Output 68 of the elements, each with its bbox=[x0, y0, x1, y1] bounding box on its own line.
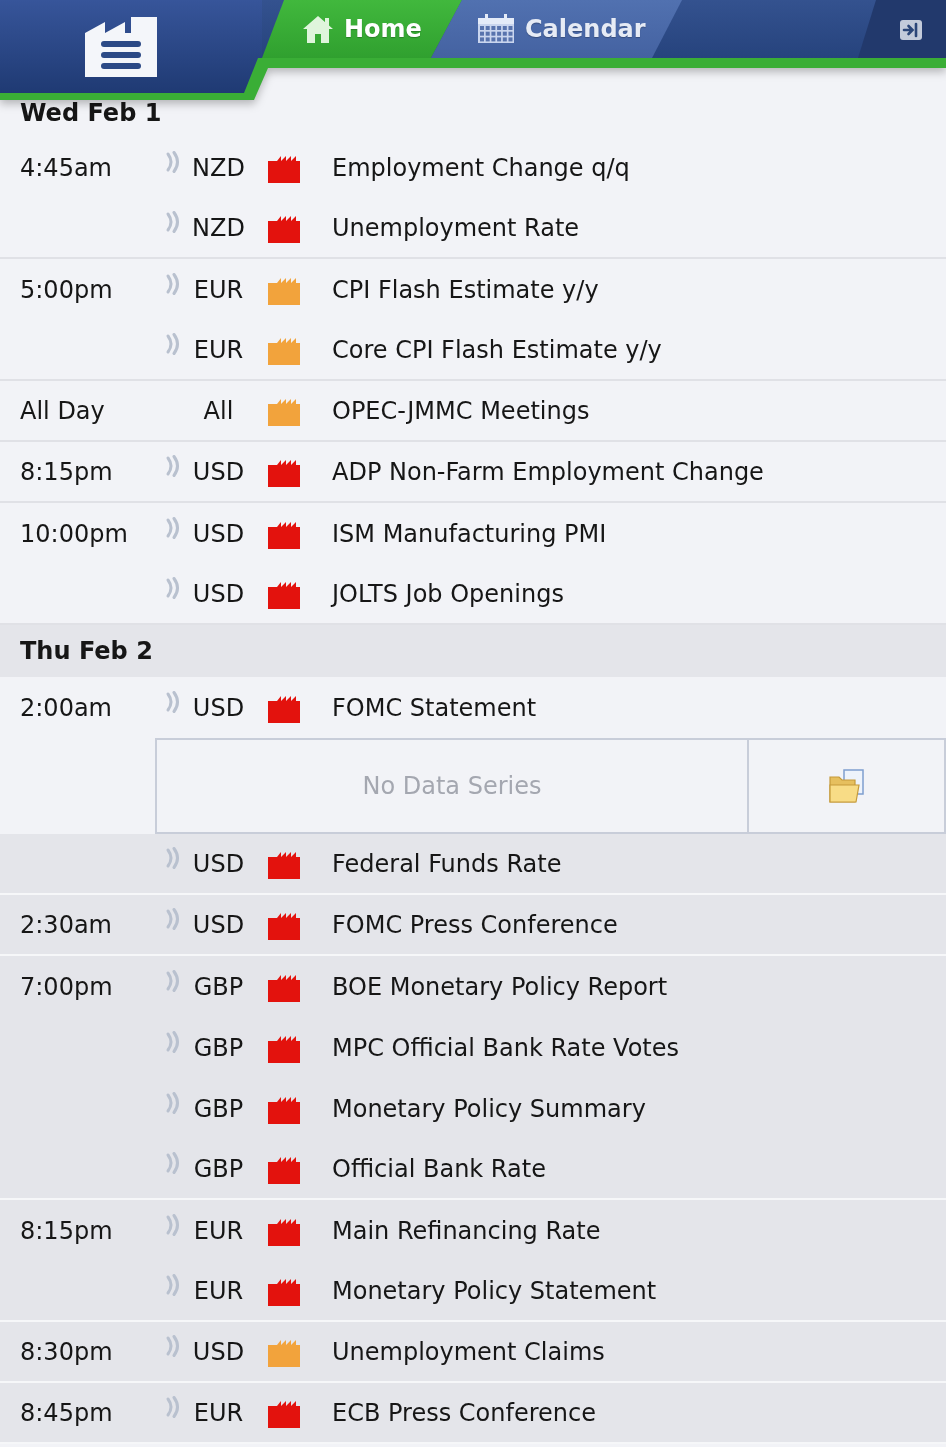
event-time: 8:30pm bbox=[20, 1337, 113, 1366]
event-title: Federal Funds Rate bbox=[332, 849, 562, 878]
event-title: ADP Non-Farm Employment Change bbox=[332, 457, 764, 486]
event-title: Main Refinancing Rate bbox=[332, 1216, 601, 1245]
currency-code: USD bbox=[191, 849, 246, 878]
currency-code: USD bbox=[191, 579, 246, 608]
event-title: Official Bank Rate bbox=[332, 1154, 546, 1183]
menu-icon bbox=[85, 17, 157, 77]
currency-code: All bbox=[202, 396, 235, 425]
event-time: 7:00pm bbox=[20, 972, 113, 1001]
event-row[interactable]: 7:00pm GBP BOE Monetary Policy Report bbox=[0, 956, 946, 1017]
currency-code: GBP bbox=[192, 972, 245, 1001]
logout-icon bbox=[900, 20, 922, 40]
house-icon bbox=[302, 14, 334, 44]
menu-button[interactable] bbox=[85, 17, 157, 77]
currency-code: GBP bbox=[192, 1094, 245, 1123]
event-row[interactable]: 8:15pm EUR Main Refinancing Rate bbox=[0, 1200, 946, 1261]
no-data-message: No Data Series bbox=[155, 738, 749, 834]
event-time: 4:45am bbox=[20, 153, 112, 182]
event-row[interactable]: GBP MPC Official Bank Rate Votes bbox=[0, 1017, 946, 1078]
event-title: Unemployment Rate bbox=[332, 213, 580, 242]
event-row[interactable]: EUR Monetary Policy Statement bbox=[0, 1261, 946, 1322]
event-time: 10:00pm bbox=[20, 519, 128, 548]
event-title: Unemployment Claims bbox=[332, 1337, 605, 1366]
event-title: CPI Flash Estimate y/y bbox=[332, 275, 599, 304]
event-title: BOE Monetary Policy Report bbox=[332, 972, 668, 1001]
event-title: MPC Official Bank Rate Votes bbox=[332, 1033, 679, 1062]
currency-code: EUR bbox=[192, 335, 245, 364]
event-time: 8:15pm bbox=[20, 457, 113, 486]
currency-code: NZD bbox=[191, 153, 246, 182]
currency-code: GBP bbox=[192, 1154, 245, 1183]
currency-code: GBP bbox=[192, 1033, 245, 1062]
event-time: All Day bbox=[20, 396, 105, 425]
event-time: 5:00pm bbox=[20, 275, 113, 304]
event-time: 2:30am bbox=[20, 910, 112, 939]
event-title: JOLTS Job Openings bbox=[332, 579, 564, 608]
event-time: 2:00am bbox=[20, 693, 112, 722]
event-title: FOMC Press Conference bbox=[332, 910, 618, 939]
event-time: 8:45pm bbox=[20, 1398, 113, 1427]
currency-code: USD bbox=[191, 693, 246, 722]
currency-code: USD bbox=[191, 910, 246, 939]
event-title: FOMC Statement bbox=[332, 693, 537, 722]
event-row[interactable]: GBP Monetary Policy Summary bbox=[0, 1078, 946, 1139]
currency-code: NZD bbox=[191, 213, 246, 242]
event-title: Employment Change q/q bbox=[332, 153, 630, 182]
day-heading: Thu Feb 2 bbox=[0, 625, 946, 677]
event-title: Monetary Policy Statement bbox=[332, 1276, 657, 1305]
calendar-icon bbox=[477, 14, 515, 44]
currency-code: EUR bbox=[192, 1398, 245, 1427]
currency-code: EUR bbox=[192, 275, 245, 304]
currency-code: EUR bbox=[192, 1216, 245, 1245]
currency-code: USD bbox=[191, 457, 246, 486]
event-row[interactable]: 2:30am USD FOMC Press Conference bbox=[0, 895, 946, 956]
currency-code: USD bbox=[191, 1337, 246, 1366]
currency-code: EUR bbox=[192, 1276, 245, 1305]
event-row[interactable]: 8:45pm EUR ECB Press Conference bbox=[0, 1383, 946, 1444]
event-row[interactable]: GBP Official Bank Rate bbox=[0, 1139, 946, 1200]
event-time: 8:15pm bbox=[20, 1216, 113, 1245]
currency-code: USD bbox=[191, 519, 246, 548]
logout-button[interactable] bbox=[900, 20, 922, 40]
event-title: Monetary Policy Summary bbox=[332, 1094, 646, 1123]
event-title: OPEC-JMMC Meetings bbox=[332, 396, 590, 425]
folder-icon bbox=[828, 769, 865, 803]
event-title: ISM Manufacturing PMI bbox=[332, 519, 607, 548]
event-title: ECB Press Conference bbox=[332, 1398, 596, 1427]
event-row[interactable]: USD Federal Funds Rate bbox=[0, 834, 946, 895]
event-title: Core CPI Flash Estimate y/y bbox=[332, 335, 662, 364]
event-row[interactable]: 8:30pm USD Unemployment Claims bbox=[0, 1322, 946, 1383]
